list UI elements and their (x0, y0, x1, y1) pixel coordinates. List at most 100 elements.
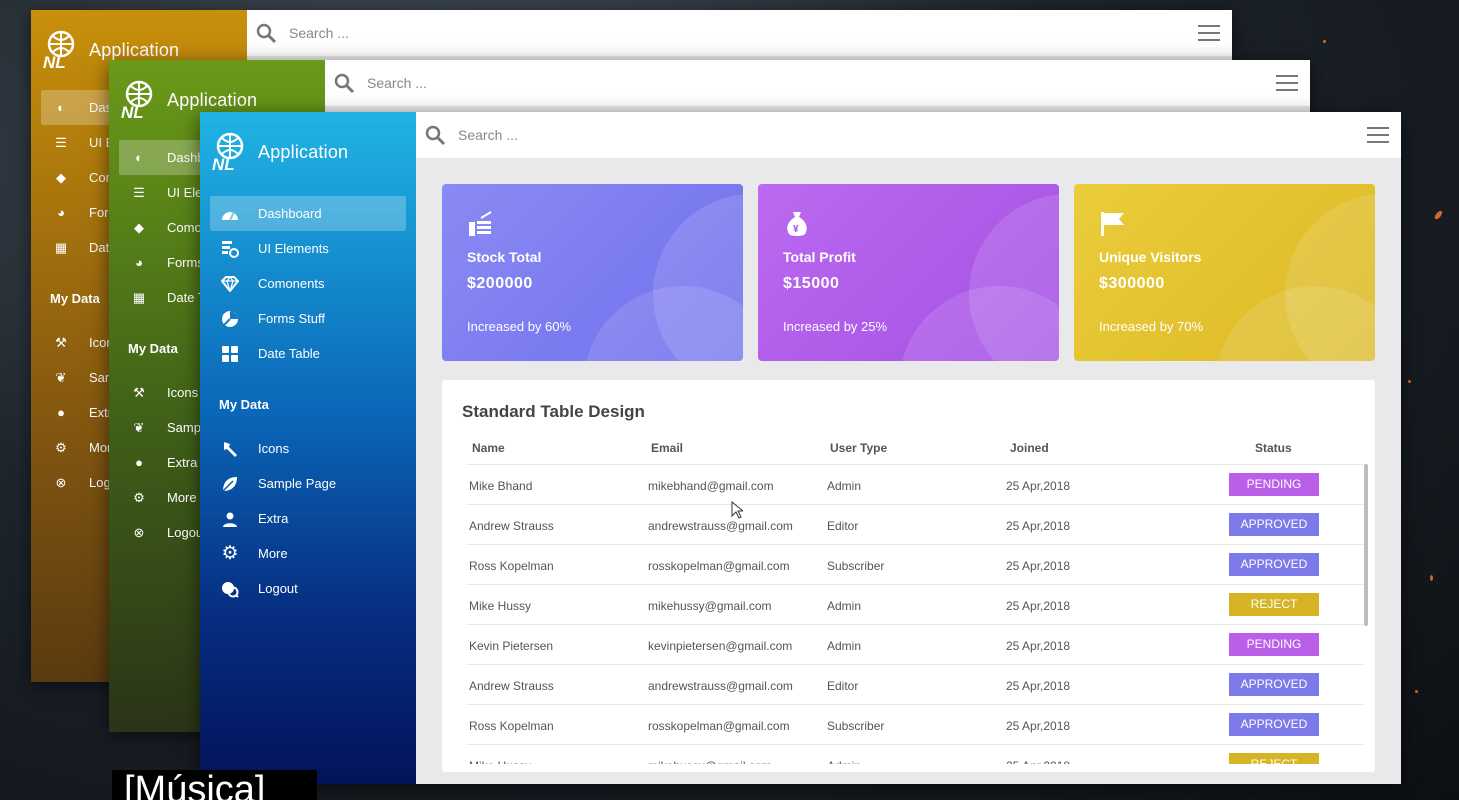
search-icon (334, 73, 355, 94)
svg-text:¥: ¥ (793, 224, 799, 235)
cell-email: rosskopelman@gmail.com (648, 559, 790, 573)
search-input[interactable] (458, 127, 1367, 143)
sidebar-item-more[interactable]: ⚙ More (210, 536, 406, 571)
user-icon: ● (57, 405, 65, 420)
cell-email: mikehussy@gmail.com (648, 759, 772, 764)
grid-icon: ▦ (132, 289, 146, 305)
cell-joined: 25 Apr,2018 (1006, 479, 1071, 493)
sidebar-item-icons[interactable]: Icons (210, 431, 406, 466)
cell-email: mikebhand@gmail.com (648, 479, 774, 493)
status-badge: APPROVED (1229, 513, 1319, 536)
ui-elements-icon: ☰ (55, 134, 67, 150)
sidebar-item-forms-stuff[interactable]: Forms Stuff (210, 301, 406, 336)
column-header-name: Name (472, 441, 505, 455)
stat-card-total-profit: ¥ Total Profit $15000 Increased by 25% (758, 184, 1059, 361)
cell-name: Ross Kopelman (469, 559, 554, 573)
money-bag-icon: ¥ (787, 212, 807, 236)
diamond-icon: ◆ (56, 169, 66, 185)
sidebar-item-date-table[interactable]: Date Table (210, 336, 406, 371)
cell-type: Subscriber (827, 719, 885, 733)
card-subtitle: Increased by 70% (1099, 319, 1204, 334)
topbar (416, 112, 1401, 158)
leaf-icon (220, 475, 240, 493)
table-scrollbar[interactable] (1364, 464, 1368, 626)
cell-email: rosskopelman@gmail.com (648, 719, 790, 733)
user-icon (220, 510, 240, 528)
status-badge: PENDING (1229, 473, 1319, 496)
gear-icon: ⚙ (221, 543, 239, 564)
forms-icon (220, 310, 240, 328)
gear-icon: ⚙ (133, 489, 145, 505)
status-badge: APPROVED (1229, 673, 1319, 696)
sidebar-item-logout[interactable]: Logout (210, 571, 406, 606)
cell-email: kevinpietersen@gmail.com (648, 639, 793, 653)
cell-email: andrewstrauss@gmail.com (648, 679, 793, 693)
cell-type: Admin (827, 599, 862, 613)
hammer-icon: ⚒ (55, 334, 67, 350)
sidebar-item-dashboard[interactable]: Dashboard (210, 196, 406, 231)
leaf-icon: ❦ (133, 419, 145, 435)
svg-text:NL: NL (43, 53, 66, 70)
cell-type: Subscriber (827, 559, 885, 573)
stock-icon (469, 211, 492, 236)
table-body: Mike Bhand mikebhand@gmail.com Admin 25 Apr… (467, 464, 1363, 764)
card-title: Total Profit (783, 249, 856, 265)
search-input[interactable] (367, 75, 1276, 91)
sidebar-item-ui-elements[interactable]: UI Elements (210, 231, 406, 266)
hamburger-menu-icon[interactable] (1367, 127, 1389, 143)
table-row: Ross Kopelman rosskopelman@gmail.com Subsc… (467, 544, 1363, 584)
brand-title: Application (258, 141, 349, 162)
standard-table-card: Standard Table Design Name Email User Ty… (442, 380, 1375, 772)
main-content: Stock Total $200000 Increased by 60% ¥ T… (416, 158, 1401, 784)
cell-joined: 25 Apr,2018 (1006, 639, 1071, 653)
column-header-joined: Joined (1010, 441, 1049, 455)
status-badge: APPROVED (1229, 553, 1319, 576)
hamburger-menu-icon[interactable] (1276, 75, 1298, 91)
cell-type: Editor (827, 519, 859, 533)
sidebar-item-sample-page[interactable]: Sample Page (210, 466, 406, 501)
cell-name: Andrew Strauss (469, 519, 554, 533)
table-row: Mike Hussy mikehussy@gmail.com Admin 25 Apr… (467, 584, 1363, 624)
svg-text:NL: NL (121, 103, 144, 120)
card-subtitle: Increased by 60% (467, 319, 572, 334)
sidebar-item-extra[interactable]: Extra (210, 501, 406, 536)
search-input[interactable] (289, 25, 1198, 41)
cell-joined: 25 Apr,2018 (1006, 559, 1071, 573)
cell-email: andrewstrauss@gmail.com (648, 519, 793, 533)
table-row: Ross Kopelman rosskopelman@gmail.com Subsc… (467, 704, 1363, 744)
status-badge: PENDING (1229, 633, 1319, 656)
spark (1408, 380, 1411, 383)
video-caption: [Música] (112, 770, 317, 800)
cell-name: Andrew Strauss (469, 679, 554, 693)
sidebar-item-components[interactable]: Comonents (210, 266, 406, 301)
mouse-cursor-icon (731, 501, 743, 519)
cell-type: Admin (827, 479, 862, 493)
cell-name: Mike Bhand (469, 479, 533, 493)
logout-icon: ⊗ (55, 474, 67, 490)
gear-icon: ⚙ (55, 439, 67, 455)
card-title: Unique Visitors (1099, 249, 1202, 265)
logo-icon: NL (121, 80, 153, 120)
sidebar-section-title: My Data (219, 397, 269, 412)
card-value: $15000 (783, 275, 840, 292)
cell-joined: 25 Apr,2018 (1006, 719, 1071, 733)
grid-icon (220, 345, 240, 363)
logo-icon: NL (212, 132, 244, 172)
spark (1323, 40, 1326, 43)
table-row: Mike Bhand mikebhand@gmail.com Admin 25 Apr… (467, 464, 1363, 504)
sidebar: NL Application Dashboard UI Elements Com… (200, 112, 416, 784)
brand-title: Application (89, 39, 180, 60)
spark (1415, 690, 1418, 693)
hammer-icon (220, 440, 240, 458)
status-badge: APPROVED (1229, 713, 1319, 736)
hamburger-menu-icon[interactable] (1198, 25, 1220, 41)
search-icon (256, 23, 277, 44)
cell-type: Admin (827, 759, 861, 764)
logout-icon: ⊗ (133, 524, 145, 540)
table-row: Kevin Pietersen kevinpietersen@gmail.com A… (467, 624, 1363, 664)
card-title: Stock Total (467, 249, 542, 265)
card-subtitle: Increased by 25% (783, 319, 888, 334)
brand-title: Application (167, 89, 258, 110)
cell-joined: 25 Apr,2018 (1006, 519, 1071, 533)
cell-joined: 25 Apr,2018 (1006, 679, 1071, 693)
